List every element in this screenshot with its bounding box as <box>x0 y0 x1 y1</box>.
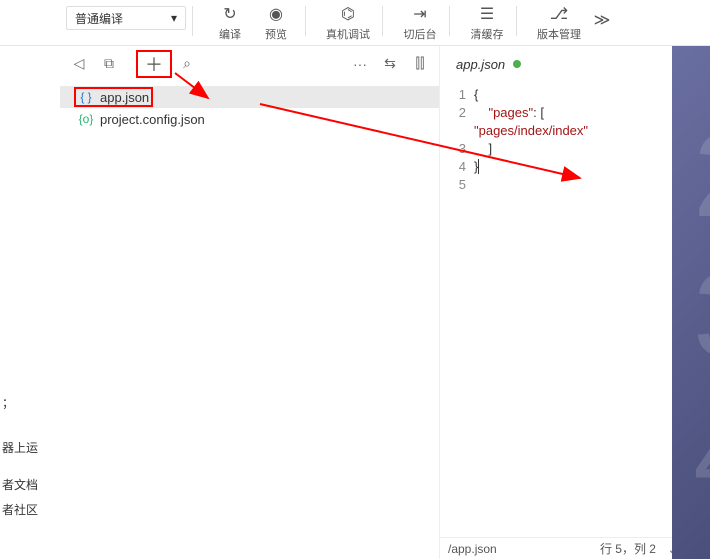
speaker-icon-button[interactable]: ◁ <box>64 50 94 78</box>
remote-debug-button[interactable]: ⌬ 真机调试 <box>320 4 376 42</box>
editor-tab[interactable]: app.json <box>448 57 529 72</box>
more-button[interactable]: ··· <box>345 50 375 78</box>
eye-icon: ◉ <box>269 4 283 24</box>
toolbar-divider <box>449 6 450 36</box>
split-view-button[interactable]: ⧉ <box>94 50 124 78</box>
overflow-icon: ≫ <box>594 10 611 30</box>
file-tree: { } app.json {o} project.config.json <box>60 82 439 559</box>
clear-cache-button[interactable]: ☰ 清缓存 <box>464 4 510 42</box>
file-explorer-panel: ◁ ⧉ ＋ ⌕ ··· ⇆ ⫿⫿ { } app.json {o} projec… <box>60 46 440 559</box>
toolbar-divider <box>516 6 517 36</box>
config-file-icon: {o} <box>78 112 94 126</box>
indent-toggle-button[interactable]: ⇆ <box>375 50 405 78</box>
background-label: 切后台 <box>404 26 437 42</box>
line-number-gutter: 1 2 3 4 5 <box>440 82 474 537</box>
toolbar-divider <box>305 6 306 36</box>
top-toolbar: 普通编译 ▾ ↻ 编译 ◉ 预览 ⌬ 真机调试 ⇥ 切后台 ☰ 清缓存 <box>0 0 710 46</box>
code-token-string: "pages/index/index" <box>474 123 588 138</box>
compile-mode-label: 普通编译 <box>75 10 123 27</box>
tab-filename: app.json <box>456 57 505 72</box>
toolbar-divider <box>382 6 383 36</box>
side-text-fragment: 者文档 <box>2 476 60 493</box>
text-cursor <box>478 159 479 174</box>
line-number: 5 <box>440 176 466 194</box>
editor-body[interactable]: 1 2 3 4 5 { "pages": [ "pages/index/index… <box>440 82 710 537</box>
background-button[interactable]: ⇥ 切后台 <box>397 4 443 42</box>
overflow-button[interactable]: ≫ <box>587 0 617 30</box>
editor-tab-bar: app.json <box>440 46 710 82</box>
clear-cache-label: 清缓存 <box>471 26 504 42</box>
columns-icon: ⫿⫿ <box>416 55 425 72</box>
line-number: 2 <box>440 104 466 122</box>
code-editor-panel: app.json 1 2 3 4 5 { "pages": [ "pages/in… <box>440 46 710 559</box>
bug-icon: ⌬ <box>341 4 355 24</box>
preview-label: 预览 <box>265 26 287 42</box>
preview-button[interactable]: ◉ 预览 <box>253 4 299 42</box>
file-tree-item[interactable]: { } app.json <box>60 86 439 108</box>
compile-button[interactable]: ↻ 编译 <box>207 4 253 42</box>
left-gutter-panel: ； 器上运 者文档 者社区 <box>0 46 60 559</box>
remote-debug-label: 真机调试 <box>326 26 370 42</box>
line-number: 3 <box>440 140 466 158</box>
file-name: app.json <box>100 90 149 105</box>
code-token: : [ <box>533 105 544 120</box>
speaker-icon: ◁ <box>74 55 85 72</box>
add-file-button[interactable]: ＋ <box>136 50 172 78</box>
main-area: ； 器上运 者文档 者社区 ◁ ⧉ ＋ ⌕ ··· ⇆ ⫿⫿ { } app.j… <box>0 46 710 559</box>
modified-indicator-icon <box>513 60 521 68</box>
file-tree-item[interactable]: {o} project.config.json <box>60 108 439 130</box>
code-token: { <box>474 87 478 102</box>
version-control-button[interactable]: ⎇ 版本管理 <box>531 4 587 42</box>
split-icon: ⧉ <box>104 55 114 72</box>
editor-status-bar: /app.json 行 5，列 2 JSON <box>440 537 710 559</box>
version-control-label: 版本管理 <box>537 26 581 42</box>
line-number: 1 <box>440 86 466 104</box>
more-icon: ··· <box>353 56 367 72</box>
code-token-string: "pages" <box>488 105 533 120</box>
file-explorer-toolbar: ◁ ⧉ ＋ ⌕ ··· ⇆ ⫿⫿ <box>60 46 439 82</box>
code-token: ] <box>474 141 492 156</box>
background-icon: ⇥ <box>413 4 426 24</box>
vcs-icon: ⎇ <box>550 4 568 24</box>
file-name: project.config.json <box>100 112 205 127</box>
status-filepath: /app.json <box>448 542 586 556</box>
compile-mode-select[interactable]: 普通编译 ▾ <box>66 6 186 30</box>
side-text-fragment: 器上运 <box>2 439 60 456</box>
stack-icon: ☰ <box>480 4 494 24</box>
status-cursor-position: 行 5，列 2 <box>600 540 656 557</box>
indent-icon: ⇆ <box>384 55 396 72</box>
side-text-fragment: ； <box>2 394 60 411</box>
toolbar-divider <box>192 6 193 36</box>
layout-columns-button[interactable]: ⫿⫿ <box>405 50 435 78</box>
dropdown-icon: ▾ <box>171 11 177 25</box>
search-icon: ⌕ <box>183 55 191 72</box>
line-number: 4 <box>440 158 466 176</box>
highlighted-file-annotation: { } app.json <box>74 87 153 107</box>
refresh-icon: ↻ <box>223 4 236 24</box>
external-window-sliver: 2 3 4 <box>672 46 710 559</box>
plus-icon: ＋ <box>145 51 163 77</box>
compile-label: 编译 <box>219 26 241 42</box>
code-token <box>474 105 488 120</box>
json-file-icon: { } <box>78 90 94 104</box>
side-text-fragment: 者社区 <box>2 501 60 518</box>
search-files-button[interactable]: ⌕ <box>172 50 202 78</box>
